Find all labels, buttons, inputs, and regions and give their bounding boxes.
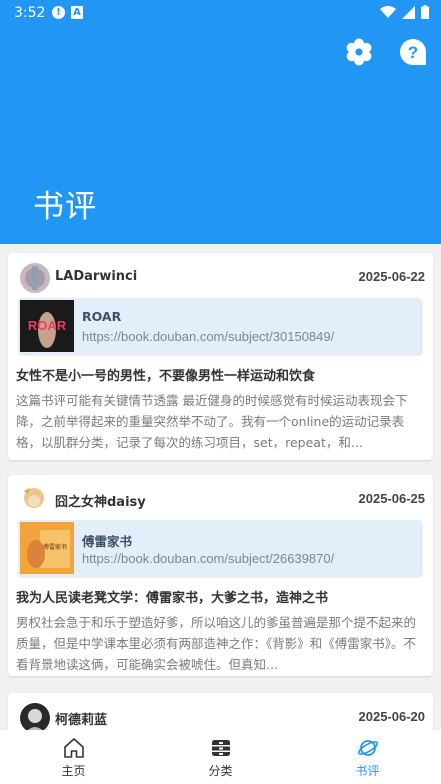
home-icon — [63, 738, 84, 758]
review-list[interactable]: LADarwinci 2025-06-22 ROAR ROAR https://… — [0, 244, 441, 730]
review-card[interactable]: 柯德莉蓝 2025-06-20 — [8, 693, 433, 730]
nav-home-label: 主页 — [61, 764, 86, 778]
status-bar: 3:52 ! A — [0, 0, 441, 26]
svg-text:?: ? — [408, 43, 418, 62]
book-url: https://book.douban.com/subject/26639870… — [82, 551, 335, 566]
book-link[interactable]: ROAR ROAR https://book.douban.com/subjec… — [18, 298, 421, 354]
review-excerpt: 男权社会急于和乐于塑造好爹，所以咱这儿的爹虽普遍是那个提不起来的质量，但是中学课… — [16, 615, 417, 672]
bottom-navigation: 主页 分类 书评 — [0, 730, 441, 784]
review-date: 2025-06-22 — [358, 269, 426, 284]
battery-icon — [421, 5, 429, 19]
username[interactable]: 柯德莉蓝 — [55, 709, 107, 728]
nav-reviews[interactable]: 书评 — [294, 730, 441, 784]
nav-reviews-label: 书评 — [355, 764, 380, 778]
review-card[interactable]: 囧之女神daisy 2025-06-25 傅雷家书 傅雷家书 https://b… — [8, 475, 433, 676]
wifi-icon — [380, 5, 396, 18]
review-title: 女性不是小一号的男性，不要像男性一样运动和饮食 — [16, 369, 316, 384]
nav-category[interactable]: 分类 — [147, 730, 294, 784]
book-title: ROAR — [82, 309, 122, 324]
review-title: 我为人民读老凳文学：傅雷家书，大爹之书，造神之书 — [16, 591, 329, 606]
book-cover: ROAR — [20, 300, 74, 352]
review-date: 2025-06-25 — [358, 491, 426, 506]
planet-icon — [357, 740, 378, 756]
avatar[interactable] — [20, 703, 50, 730]
alert-icon: ! — [52, 6, 65, 19]
book-cover: 傅雷家书 — [20, 522, 74, 574]
nav-home[interactable]: 主页 — [0, 730, 147, 784]
book-url: https://book.douban.com/subject/30150849… — [82, 329, 335, 344]
cover-title: 傅雷家书 — [43, 543, 67, 551]
username[interactable]: LADarwinci — [55, 269, 137, 284]
signal-icon — [402, 5, 415, 19]
settings-icon[interactable] — [345, 38, 373, 66]
avatar[interactable] — [20, 485, 50, 515]
review-excerpt: 这篇书评可能有关键情节透露 最近健身的时候感觉有时候运动表现会下降，之前举得起来… — [16, 393, 408, 450]
app-header: 3:52 ! A ? 书评 — [0, 0, 441, 244]
avatar[interactable] — [20, 263, 50, 293]
review-date: 2025-06-20 — [358, 709, 426, 724]
cover-title: ROAR — [28, 318, 67, 333]
book-title: 傅雷家书 — [82, 534, 133, 549]
page-title: 书评 — [33, 189, 97, 225]
username[interactable]: 囧之女神daisy — [55, 491, 146, 510]
app-notification-icon: A — [71, 6, 83, 19]
review-card[interactable]: LADarwinci 2025-06-22 ROAR ROAR https://… — [8, 253, 433, 460]
book-link[interactable]: 傅雷家书 傅雷家书 https://book.douban.com/subjec… — [18, 520, 421, 576]
help-icon[interactable]: ? — [399, 38, 427, 66]
status-time: 3:52 — [14, 5, 46, 21]
category-icon — [211, 740, 230, 756]
nav-category-label: 分类 — [208, 764, 233, 778]
